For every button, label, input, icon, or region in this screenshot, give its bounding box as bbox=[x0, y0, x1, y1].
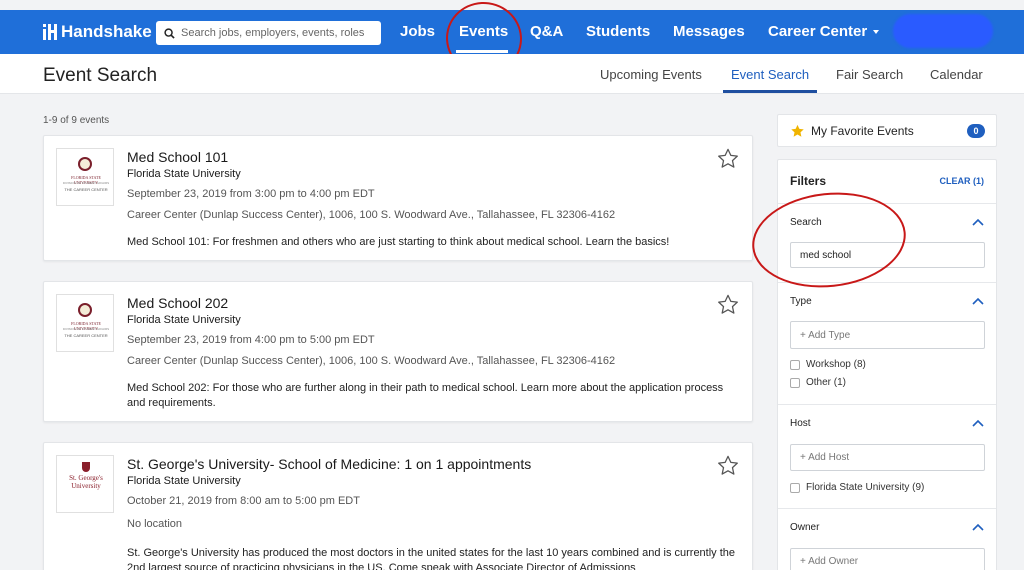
event-date: September 23, 2019 from 3:00 pm to 4:00 … bbox=[127, 188, 375, 200]
event-location: Career Center (Dunlap Success Center), 1… bbox=[127, 355, 616, 367]
owner-filter-label: Owner bbox=[790, 522, 820, 533]
divider bbox=[778, 508, 996, 509]
favorites-count-badge: 0 bbox=[967, 124, 985, 138]
user-menu-redacted[interactable] bbox=[893, 14, 993, 48]
option-label: Florida State University (9) bbox=[806, 482, 925, 493]
event-location: Career Center (Dunlap Success Center), 1… bbox=[127, 209, 616, 221]
event-description: Med School 202: For those who are furthe… bbox=[127, 382, 724, 409]
caret-down-icon bbox=[873, 30, 880, 35]
type-filter-label: Type bbox=[790, 296, 812, 307]
global-search[interactable] bbox=[156, 21, 381, 45]
nav-career-center[interactable]: Career Center bbox=[768, 23, 880, 40]
nav-jobs[interactable]: Jobs bbox=[400, 23, 435, 40]
event-date: September 23, 2019 from 4:00 pm to 5:00 … bbox=[127, 334, 375, 346]
option-label: Workshop (8) bbox=[806, 359, 866, 370]
sgu-crest-icon bbox=[82, 462, 90, 472]
brand-name: Handshake bbox=[61, 22, 152, 41]
checkbox[interactable] bbox=[790, 482, 800, 493]
sub-header: Event Search Upcoming Events Event Searc… bbox=[0, 54, 1024, 94]
favorite-star-icon[interactable] bbox=[717, 148, 739, 169]
tab-upcoming-events[interactable]: Upcoming Events bbox=[600, 67, 702, 82]
chevron-up-icon[interactable] bbox=[972, 297, 984, 305]
host-filter-label: Host bbox=[790, 418, 811, 429]
checkbox[interactable] bbox=[790, 359, 800, 370]
handshake-logo[interactable]: Handshake bbox=[43, 22, 152, 42]
checkbox[interactable] bbox=[790, 377, 800, 388]
clear-filters-button[interactable]: CLEAR (1) bbox=[940, 176, 985, 186]
favorite-star-icon[interactable] bbox=[717, 294, 739, 315]
tab-event-search[interactable]: Event Search bbox=[731, 67, 809, 82]
option-label: Other (1) bbox=[806, 377, 847, 388]
chevron-up-icon[interactable] bbox=[972, 523, 984, 531]
logo-line-1: St. George's University bbox=[69, 474, 103, 490]
event-title[interactable]: Med School 202 bbox=[127, 295, 228, 311]
nav-qa[interactable]: Q&A bbox=[530, 23, 563, 40]
nav-career-center-label: Career Center bbox=[768, 23, 868, 40]
chevron-up-icon[interactable] bbox=[972, 218, 984, 226]
nav-students[interactable]: Students bbox=[586, 23, 650, 40]
host-option-fsu[interactable]: Florida State University (9) bbox=[790, 482, 924, 493]
logo-line-2: DIVISION OF STUDENT AFFAIRS bbox=[62, 181, 110, 185]
fsu-seal-icon bbox=[78, 303, 92, 317]
event-date: October 21, 2019 from 8:00 am to 5:00 pm… bbox=[127, 495, 360, 507]
favorites-label: My Favorite Events bbox=[811, 124, 914, 138]
event-description: St. George's University has produced the… bbox=[127, 547, 736, 570]
event-organization: Florida State University bbox=[127, 168, 241, 180]
event-organization: Florida State University bbox=[127, 314, 241, 326]
event-card[interactable]: FLORIDA STATE UNIVERSITY DIVISION OF STU… bbox=[43, 281, 753, 422]
sgu-logo: St. George's University bbox=[56, 455, 114, 513]
owner-filter-input[interactable] bbox=[790, 548, 985, 570]
tab-fair-search[interactable]: Fair Search bbox=[836, 67, 903, 82]
logo-line-2: DIVISION OF STUDENT AFFAIRS bbox=[62, 327, 110, 331]
divider bbox=[778, 404, 996, 405]
event-location: No location bbox=[127, 518, 183, 530]
fsu-seal-icon bbox=[78, 157, 92, 171]
event-description: Med School 101: For freshmen and others … bbox=[127, 236, 670, 248]
type-option-other[interactable]: Other (1) bbox=[790, 377, 846, 388]
fsu-logo: FLORIDA STATE UNIVERSITY DIVISION OF STU… bbox=[56, 148, 114, 206]
results-count: 1-9 of 9 events bbox=[43, 115, 110, 126]
global-search-input[interactable] bbox=[181, 27, 371, 39]
page-title: Event Search bbox=[43, 65, 158, 86]
my-favorite-events[interactable]: My Favorite Events 0 bbox=[777, 114, 997, 147]
event-card[interactable]: St. George's University St. George's Uni… bbox=[43, 442, 753, 570]
host-filter-input[interactable] bbox=[790, 444, 985, 471]
tab-active-indicator bbox=[723, 90, 817, 93]
chevron-up-icon[interactable] bbox=[972, 419, 984, 427]
search-icon bbox=[164, 27, 175, 39]
favorite-star-icon[interactable] bbox=[717, 455, 739, 476]
event-organization: Florida State University bbox=[127, 475, 241, 487]
event-title[interactable]: St. George's University- School of Medic… bbox=[127, 456, 531, 472]
logo-line-3: THE CAREER CENTER bbox=[64, 187, 108, 192]
fsu-logo: FLORIDA STATE UNIVERSITY DIVISION OF STU… bbox=[56, 294, 114, 352]
handshake-logo-icon bbox=[43, 24, 57, 40]
type-option-workshop[interactable]: Workshop (8) bbox=[790, 359, 866, 370]
star-filled-icon bbox=[791, 124, 804, 137]
event-title[interactable]: Med School 101 bbox=[127, 149, 228, 165]
event-card[interactable]: FLORIDA STATE UNIVERSITY DIVISION OF STU… bbox=[43, 135, 753, 261]
nav-messages[interactable]: Messages bbox=[673, 23, 745, 40]
type-filter-input[interactable] bbox=[790, 321, 985, 349]
filters-title: Filters bbox=[790, 174, 827, 188]
logo-line-3: THE CAREER CENTER bbox=[64, 333, 108, 338]
tab-calendar[interactable]: Calendar bbox=[930, 67, 983, 82]
